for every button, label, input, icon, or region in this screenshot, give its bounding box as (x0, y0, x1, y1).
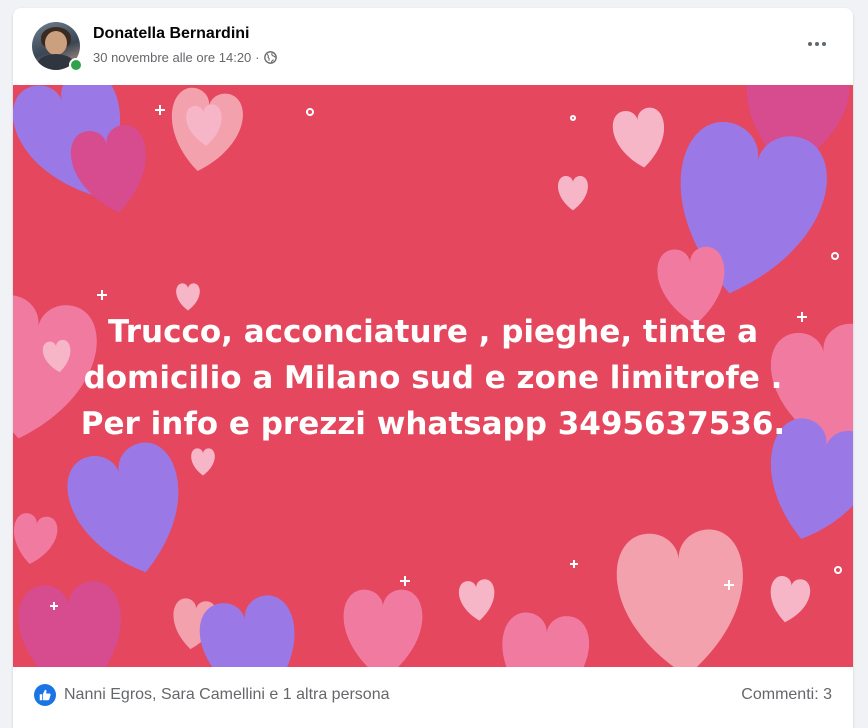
more-options-icon[interactable] (799, 30, 835, 58)
post-meta: 30 novembre alle ore 14:20 · (93, 50, 277, 65)
caption-line-1: Trucco, acconciature , pieghe, tinte a (107, 314, 758, 350)
comments-count[interactable]: Commenti: 3 (741, 686, 832, 704)
post-image[interactable]: Trucco, acconciature , pieghe, tinte a d… (13, 85, 853, 667)
author-name[interactable]: Donatella Bernardini (93, 25, 249, 43)
globe-icon[interactable] (263, 51, 277, 64)
caption-line-3: Per info e prezzi whatsapp 3495637536. (80, 406, 786, 442)
image-caption: Trucco, acconciature , pieghe, tinte a d… (13, 309, 853, 447)
post-footer: Nanni Egros, Sara Camellini e 1 altra pe… (13, 667, 853, 724)
like-icon[interactable] (34, 684, 56, 706)
reactions-summary[interactable]: Nanni Egros, Sara Camellini e 1 altra pe… (64, 686, 390, 704)
post-header: Donatella Bernardini 30 novembre alle or… (13, 8, 853, 85)
meta-separator: · (255, 50, 260, 65)
caption-line-2: domicilio a Milano sud e zone limitrofe … (83, 360, 783, 396)
post-card: Donatella Bernardini 30 novembre alle or… (13, 8, 853, 728)
post-timestamp[interactable]: 30 novembre alle ore 14:20 (93, 50, 251, 65)
online-status-dot (69, 58, 83, 72)
